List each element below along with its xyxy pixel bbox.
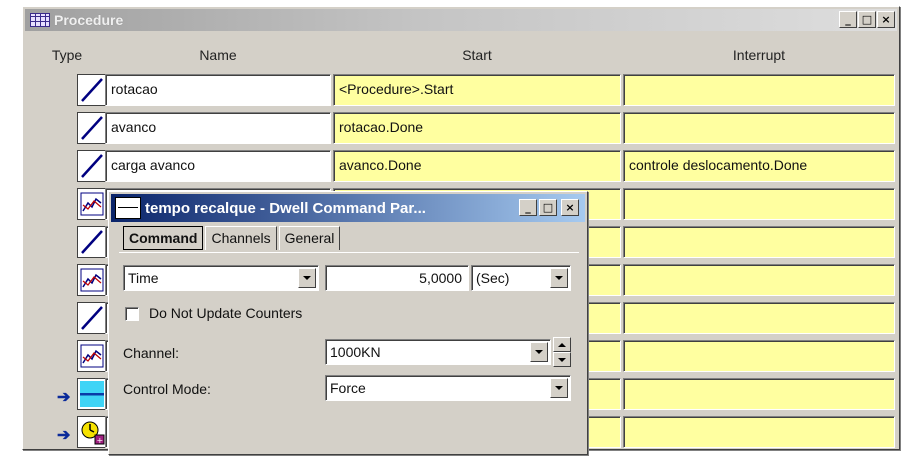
row-start[interactable]: <Procedure>.Start [333,74,621,106]
spin-down-icon[interactable] [553,352,571,367]
channel-select[interactable]: 1000KN [325,339,551,365]
column-headers: Type Name Start Interrupt [23,47,899,67]
data-acquisition-icon[interactable] [77,264,107,296]
header-type: Type [51,47,83,63]
minimize-button[interactable]: _ [839,11,857,28]
header-interrupt: Interrupt [732,47,786,63]
dialog-close-button[interactable]: × [561,199,579,216]
control-mode-select[interactable]: Force [325,375,571,401]
svg-text:+: + [97,436,104,445]
duration-value: 5,0000 [419,270,462,286]
spin-up-icon[interactable] [553,337,571,352]
tab-command[interactable]: Command [123,226,204,250]
chevron-down-icon[interactable] [550,268,568,288]
current-step-arrow-icon: ➔ [57,389,71,406]
dialog-minimize-button[interactable]: _ [519,199,537,216]
window-title: Procedure [54,12,124,28]
maximize-button[interactable]: □ [858,11,876,28]
procedure-row[interactable]: rotacao <Procedure>.Start [23,74,899,108]
ramp-icon[interactable] [77,150,107,182]
dwell-type-value: Time [128,270,159,286]
dialog-maximize-button[interactable]: □ [539,199,557,216]
row-interrupt[interactable] [623,264,895,296]
header-start: Start [462,47,492,63]
chevron-down-icon[interactable] [530,342,548,362]
ramp-icon[interactable] [77,112,107,144]
chevron-down-icon[interactable] [298,268,316,288]
duration-input[interactable]: 5,0000 [325,265,469,291]
ramp-icon[interactable] [77,302,107,334]
duration-unit-value: (Sec) [476,270,510,286]
dialog-title: tempo recalque - Dwell Command Par... [145,199,426,217]
control-mode-label: Control Mode: [123,381,211,397]
data-acquisition-icon[interactable] [77,340,107,372]
row-interrupt[interactable]: controle deslocamento.Done [623,150,895,182]
do-not-update-counters-checkbox[interactable] [125,307,139,321]
current-step-arrow-icon: ➔ [57,427,71,444]
procedure-row[interactable]: carga avanco avanco.Done controle desloc… [23,150,899,184]
ramp-icon[interactable] [77,74,107,106]
close-button[interactable]: × [877,11,895,28]
row-interrupt[interactable] [623,340,895,372]
do-not-update-counters-label: Do Not Update Counters [149,305,303,321]
dialog-titlebar[interactable]: tempo recalque - Dwell Command Par... _ … [111,194,585,222]
dwell-command-dialog: tempo recalque - Dwell Command Par... _ … [108,191,588,455]
timer-icon[interactable]: + [77,416,107,448]
dwell-type-select[interactable]: Time [123,265,319,291]
row-start[interactable]: avanco.Done [333,150,621,182]
row-start[interactable]: rotacao.Done [333,112,621,144]
command-tab-panel: Time 5,0000 (Sec) Do Not Update Counters… [119,252,579,448]
data-acquisition-icon[interactable] [77,188,107,220]
dialog-tabs: Command Channels General [123,226,342,250]
row-name[interactable]: carga avanco [105,150,331,182]
row-name[interactable]: rotacao [105,74,331,106]
ramp-icon[interactable] [77,226,107,258]
row-interrupt[interactable] [623,302,895,334]
header-name: Name [199,47,237,63]
tab-channels[interactable]: Channels [205,226,277,250]
row-interrupt[interactable] [623,74,895,106]
procedure-row[interactable]: avanco rotacao.Done [23,112,899,146]
row-interrupt[interactable] [623,416,895,448]
procedure-titlebar[interactable]: Procedure _ □ × [25,9,897,31]
channel-spinner[interactable] [553,337,571,367]
dwell-icon [115,197,141,219]
channel-label: Channel: [123,345,180,361]
duration-unit-select[interactable]: (Sec) [471,265,571,291]
row-name[interactable]: avanco [105,112,331,144]
channel-value: 1000KN [330,344,381,360]
dwell-icon[interactable] [77,378,107,410]
tab-general[interactable]: General [278,226,341,250]
row-interrupt[interactable] [623,112,895,144]
control-mode-value: Force [330,380,366,396]
chevron-down-icon[interactable] [550,378,568,398]
grid-icon [30,13,50,27]
row-interrupt[interactable] [623,226,895,258]
row-interrupt[interactable] [623,378,895,410]
row-interrupt[interactable] [623,188,895,220]
